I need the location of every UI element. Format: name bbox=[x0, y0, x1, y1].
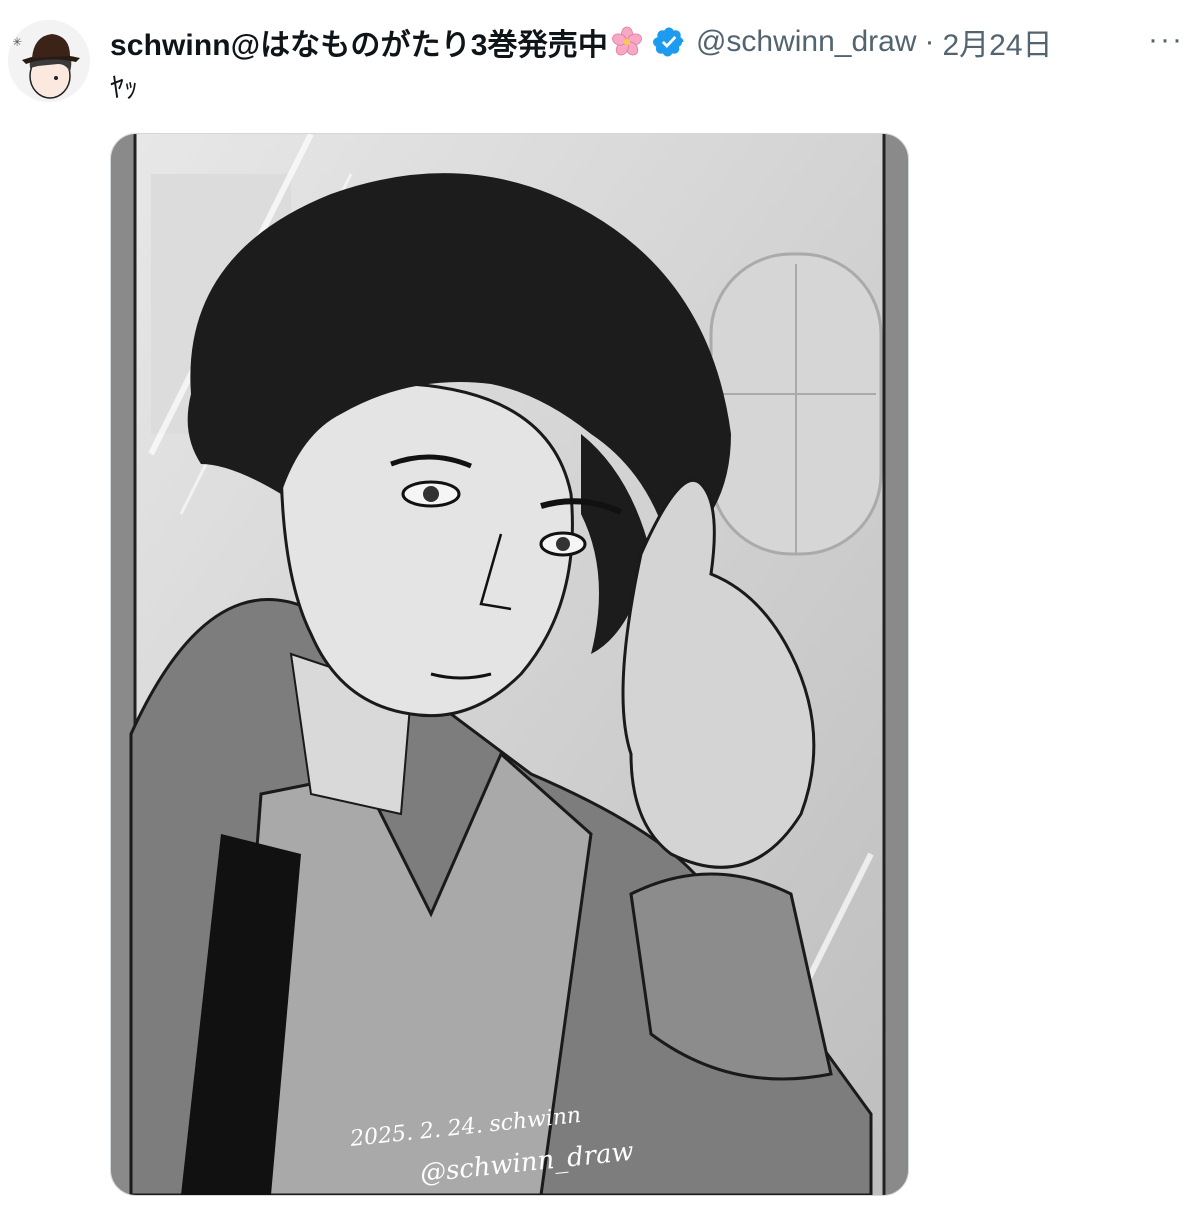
tweet: ✳ schwinn@はなものがたり3巻発売中 @schwinn_draw · 2… bbox=[0, 0, 1200, 1216]
manga-illustration: 2025. 2. 24. schwinn @schwinn_draw bbox=[111, 134, 908, 1195]
avatar-illustration: ✳ bbox=[8, 20, 90, 102]
cherry-blossom-icon bbox=[610, 25, 644, 59]
tweet-text: ﾔｯ bbox=[110, 72, 139, 103]
user-handle[interactable]: @schwinn_draw bbox=[696, 25, 917, 59]
display-name[interactable]: schwinn@はなものがたり3巻発売中 bbox=[110, 20, 608, 64]
tweet-header: schwinn@はなものがたり3巻発売中 @schwinn_draw · 2月2… bbox=[110, 22, 1053, 62]
avatar[interactable]: ✳ bbox=[8, 20, 90, 102]
separator-dot: · bbox=[924, 25, 935, 58]
tweet-date[interactable]: 2月24日 bbox=[943, 20, 1053, 64]
svg-text:✳: ✳ bbox=[12, 35, 22, 49]
tweet-image[interactable]: 2025. 2. 24. schwinn @schwinn_draw bbox=[110, 133, 909, 1196]
more-options-icon[interactable]: ··· bbox=[1146, 22, 1186, 58]
verified-badge-icon[interactable] bbox=[652, 25, 686, 59]
